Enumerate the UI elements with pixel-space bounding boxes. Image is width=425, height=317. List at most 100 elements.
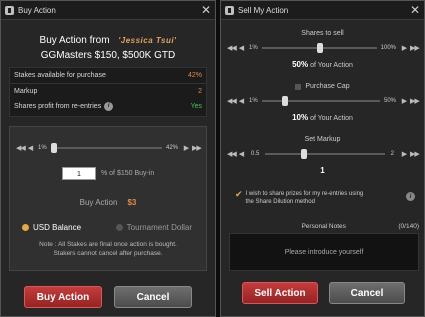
- buy-action-button[interactable]: Buy Action: [24, 286, 102, 308]
- double-right-arrow-icon[interactable]: ▶▶: [410, 97, 420, 105]
- shares-slider-thumb[interactable]: [316, 43, 323, 53]
- markup-slider[interactable]: [265, 149, 385, 159]
- dilution-line-2: the Share Dilution method: [245, 199, 315, 205]
- slider-left-arrows: ◀◀ ◀: [16, 144, 34, 152]
- share-profit-row: Shares profit from re-entries i Yes: [10, 98, 206, 114]
- tournament-dollar-label: Tournament Dollar: [126, 223, 192, 232]
- double-left-arrow-icon[interactable]: ◀◀: [16, 144, 26, 152]
- right-arrow-icon[interactable]: ▶: [400, 150, 408, 158]
- shares-value-number: 50%: [292, 60, 309, 69]
- slider-min: 1%: [38, 145, 47, 151]
- cap-value-number: 10%: [292, 113, 309, 122]
- usd-balance-option[interactable]: USD Balance: [22, 223, 81, 232]
- cap-slider[interactable]: [261, 96, 380, 106]
- shares-value-suffix: of Your Action: [308, 62, 353, 69]
- right-arrow-icon[interactable]: ▶: [400, 97, 408, 105]
- window-title: Buy Action: [18, 5, 56, 15]
- buy-header: Buy Action from 'Jessica Tsui' GGMasters…: [1, 33, 215, 63]
- stake-slider[interactable]: [50, 143, 162, 153]
- buy-action-amount: $3: [127, 198, 137, 207]
- usd-balance-label: USD Balance: [33, 223, 82, 232]
- radio-selected-icon: [22, 224, 29, 231]
- radio-unselected-icon: [115, 224, 123, 231]
- buy-action-amount-row: Buy Action $3: [10, 198, 206, 207]
- dilution-line-1: I wish to share prizes for my re-entries…: [245, 191, 364, 197]
- set-markup-label: Set Markup: [304, 136, 341, 143]
- sell-action-button[interactable]: Sell Action: [242, 282, 318, 304]
- checkmark-icon: ✔: [235, 189, 243, 199]
- left-arrow-icon[interactable]: ◀: [237, 97, 245, 105]
- stakes-available-row: Stakes available for purchase 42%: [10, 68, 206, 84]
- close-icon[interactable]: ✕: [201, 3, 211, 17]
- double-right-arrow-icon[interactable]: ▶▶: [410, 44, 420, 52]
- cap-slider-row: ◀◀ ◀ 1% 50% ▶ ▶▶: [227, 94, 420, 108]
- shares-slider-row: ◀◀ ◀ 1% 100% ▶ ▶▶: [227, 41, 420, 55]
- purchase-calculator: ◀◀ ◀ 1% 42% ▶ ▶▶ 1 % of $150 Buy-in Buy …: [9, 126, 207, 271]
- tournament-dollar-option[interactable]: Tournament Dollar: [115, 223, 192, 232]
- markup-value: 1: [221, 166, 424, 175]
- double-left-arrow-icon[interactable]: ◀◀: [227, 97, 237, 105]
- stake-slider-row: ◀◀ ◀ 1% 42% ▶ ▶▶: [16, 141, 202, 155]
- slider-max: 42%: [165, 145, 178, 151]
- cap-slider-thumb[interactable]: [281, 96, 288, 106]
- buy-action-label: Buy Action: [79, 198, 118, 207]
- note-line-1: Note : All Stakes are final once action …: [39, 241, 177, 248]
- slider-thumb[interactable]: [50, 143, 57, 153]
- stakes-summary: Stakes available for purchase 42% Markup…: [9, 67, 207, 117]
- sell-titlebar: Sell My Action ✕: [221, 1, 424, 20]
- double-right-arrow-icon[interactable]: ▶▶: [410, 150, 420, 158]
- stakes-available-value: 42%: [187, 72, 202, 79]
- markup-slider-row: ◀◀ ◀ 0.5 2 ▶ ▶▶: [227, 147, 420, 161]
- shares-min: 1%: [249, 45, 258, 51]
- personal-notes-input[interactable]: Please introduce yourself: [229, 233, 419, 271]
- buy-action-window: Buy Action ✕ Buy Action from 'Jessica Ts…: [0, 0, 216, 317]
- notes-header: Personal Notes (0/140): [229, 223, 419, 230]
- right-arrow-icon[interactable]: ▶: [182, 144, 190, 152]
- cancel-button[interactable]: Cancel: [114, 286, 192, 308]
- buy-titlebar: Buy Action ✕: [1, 1, 215, 20]
- cap-value: 10% of Your Action: [221, 113, 424, 122]
- app-icon: [225, 5, 234, 15]
- share-profit-label: Shares profit from re-entries: [14, 102, 102, 110]
- header-prefix: Buy Action from: [39, 35, 110, 46]
- shares-to-sell-label: Shares to sell: [301, 30, 344, 37]
- player-name: 'Jessica Tsui': [118, 36, 177, 45]
- purchase-cap-checkbox[interactable]: [295, 83, 302, 90]
- purchase-note: Note : All Stakes are final once action …: [10, 240, 206, 258]
- slider-right-arrows: ▶ ▶▶: [182, 144, 202, 152]
- left-arrow-icon[interactable]: ◀: [26, 144, 34, 152]
- left-arrow-icon[interactable]: ◀: [237, 44, 245, 52]
- info-icon[interactable]: i: [406, 192, 415, 201]
- buyin-percent-input[interactable]: 1: [62, 167, 96, 180]
- share-profit-value: Yes: [190, 102, 202, 110]
- double-right-arrow-icon[interactable]: ▶▶: [192, 144, 202, 152]
- shares-slider[interactable]: [261, 43, 377, 53]
- info-icon[interactable]: i: [104, 101, 114, 111]
- purchase-cap-label: Purchase Cap: [305, 83, 350, 90]
- shares-max: 100%: [380, 45, 396, 51]
- double-left-arrow-icon[interactable]: ◀◀: [227, 44, 237, 52]
- cancel-button[interactable]: Cancel: [329, 282, 405, 304]
- left-arrow-icon[interactable]: ◀: [237, 150, 245, 158]
- cap-min: 1%: [249, 98, 258, 104]
- buyin-row: 1 % of $150 Buy-in: [62, 167, 206, 180]
- buyin-suffix: % of $150 Buy-in: [101, 170, 155, 177]
- markup-value: 2: [198, 87, 202, 95]
- currency-options: USD Balance Tournament Dollar: [22, 223, 192, 232]
- stakes-available-label: Stakes available for purchase: [14, 72, 106, 79]
- cap-max: 50%: [383, 98, 396, 104]
- share-dilution-option[interactable]: ✔ I wish to share prizes for my re-entri…: [235, 190, 415, 206]
- markup-row: Markup 2: [10, 84, 206, 98]
- double-left-arrow-icon[interactable]: ◀◀: [227, 150, 237, 158]
- markup-slider-thumb[interactable]: [301, 149, 308, 159]
- sell-action-window: Sell My Action ✕ Shares to sell ◀◀ ◀ 1% 1…: [220, 0, 425, 317]
- markup-value-number: 1: [320, 166, 325, 175]
- note-line-2: Stakers cannot cancel after purchase.: [53, 250, 163, 257]
- shares-value: 50% of Your Action: [221, 60, 424, 69]
- right-arrow-icon[interactable]: ▶: [400, 44, 408, 52]
- close-icon[interactable]: ✕: [410, 3, 420, 17]
- notes-placeholder: Please introduce yourself: [284, 248, 364, 256]
- purchase-cap-row: Purchase Cap: [221, 83, 424, 90]
- notes-count: (0/140): [398, 223, 419, 230]
- app-icon: [5, 5, 14, 15]
